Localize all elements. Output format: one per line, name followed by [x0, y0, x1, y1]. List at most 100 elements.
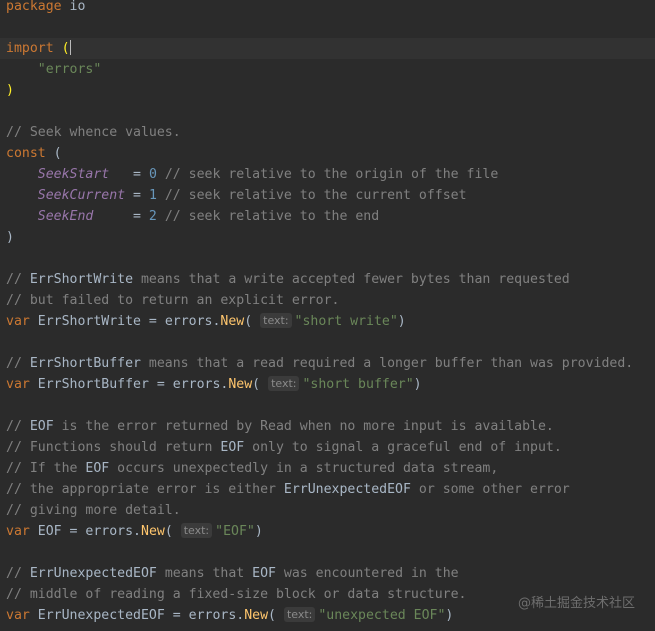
code-token: ErrUnexpectedEOF	[29, 566, 157, 581]
code-token: package	[6, 0, 62, 14]
code-token: 1	[148, 188, 157, 203]
code-line[interactable]: // but failed to return an explicit erro…	[0, 290, 655, 311]
code-token: EOF	[220, 440, 245, 455]
code-token: EOF =	[29, 524, 86, 539]
code-line[interactable]: )	[0, 227, 655, 248]
code-token: var	[6, 314, 30, 329]
code-line[interactable]: // Seek whence values.	[0, 122, 655, 143]
code-token: ErrUnexpectedEOF	[283, 482, 411, 497]
code-token: )	[6, 83, 14, 98]
code-token: is the error returned by Read when no mo…	[53, 419, 554, 434]
code-line[interactable]: "errors"	[0, 59, 655, 80]
code-token: (	[45, 146, 62, 161]
code-line[interactable]: SeekStart = 0 // seek relative to the or…	[0, 164, 655, 185]
code-token: import	[6, 41, 54, 56]
code-token: (	[244, 314, 261, 329]
code-line[interactable]: SeekCurrent = 1 // seek relative to the …	[0, 185, 655, 206]
code-line[interactable]: // If the EOF occurs unexpectedly in a s…	[0, 458, 655, 479]
code-token: (	[268, 608, 284, 623]
code-token: New	[220, 314, 245, 329]
code-token: SeekEnd	[37, 209, 94, 224]
parameter-hint: text:	[268, 376, 300, 391]
code-line[interactable]: package io	[0, 0, 655, 17]
code-line[interactable]: // giving more detail.	[0, 500, 655, 521]
code-token: "unexpected EOF"	[318, 608, 446, 623]
code-line[interactable]: // Functions should return EOF only to s…	[0, 437, 655, 458]
code-token: New	[244, 608, 269, 623]
code-token: // If the	[6, 461, 86, 476]
code-token: SeekCurrent	[37, 188, 126, 203]
code-token: (	[61, 41, 70, 56]
code-token: ErrUnexpectedEOF =	[29, 608, 189, 623]
code-token: ErrShortWrite =	[29, 314, 165, 329]
code-token: 0	[148, 167, 157, 182]
code-token: New	[141, 524, 165, 539]
code-line[interactable]: // ErrUnexpectedEOF means that EOF was e…	[0, 563, 655, 584]
code-line[interactable]: SeekEnd = 2 // seek relative to the end	[0, 206, 655, 227]
code-token: New	[228, 377, 253, 392]
code-token: var	[6, 377, 30, 392]
code-token: // middle of reading a fixed-size block …	[6, 587, 467, 602]
code-token: // Seek whence values.	[6, 125, 181, 140]
code-line[interactable]	[0, 395, 655, 416]
code-token: )	[413, 377, 422, 392]
code-line[interactable]	[0, 101, 655, 122]
code-token: "EOF"	[215, 524, 255, 539]
code-token: ErrShortBuffer =	[29, 377, 173, 392]
code-token: // giving more detail.	[6, 503, 181, 518]
code-line[interactable]	[0, 17, 655, 38]
code-token: =	[93, 209, 149, 224]
code-line[interactable]: var EOF = errors.New( text: "EOF")	[0, 521, 655, 542]
code-token: errors	[85, 524, 134, 539]
code-token: )	[254, 524, 263, 539]
code-token: only to signal a graceful end of input.	[244, 440, 562, 455]
code-token: errors	[172, 377, 221, 392]
code-token: (	[252, 377, 269, 392]
code-token: io	[61, 0, 86, 14]
code-token: )	[6, 230, 14, 245]
code-token: means that a read required a longer buff…	[140, 356, 634, 371]
code-token: EOF	[29, 419, 54, 434]
code-line[interactable]: // ErrShortBuffer means that a read requ…	[0, 353, 655, 374]
code-token: // Functions should return	[6, 440, 221, 455]
code-token: //	[6, 419, 30, 434]
code-token: )	[445, 608, 454, 623]
code-line[interactable]: // ErrShortWrite means that a write acce…	[0, 269, 655, 290]
code-editor[interactable]: package io import ( "errors") // Seek when…	[0, 0, 655, 631]
code-token: errors	[188, 608, 237, 623]
code-token: or some other error	[410, 482, 570, 497]
code-line[interactable]: import (	[0, 38, 655, 59]
code-line[interactable]	[0, 248, 655, 269]
code-token: SeekStart	[37, 167, 110, 182]
code-token: // seek relative to the current offset	[156, 188, 467, 203]
code-line[interactable]: )	[0, 80, 655, 101]
code-token: (	[164, 524, 181, 539]
code-line[interactable]: var ErrShortBuffer = errors.New( text: "s…	[0, 374, 655, 395]
code-token: ErrShortBuffer	[29, 356, 141, 371]
code-line[interactable]	[0, 332, 655, 353]
code-token: .	[133, 524, 141, 539]
code-token: const	[6, 146, 46, 161]
code-token: // the appropriate error is either	[6, 482, 284, 497]
code-token: // but failed to return an explicit erro…	[6, 293, 340, 308]
code-token: // seek relative to the end	[156, 209, 380, 224]
code-line[interactable]	[0, 542, 655, 563]
code-token: 2	[148, 209, 157, 224]
code-token: errors	[164, 314, 213, 329]
code-token: var	[6, 608, 30, 623]
code-token: "short write"	[294, 314, 398, 329]
parameter-hint: text:	[260, 313, 292, 328]
code-line[interactable]: const (	[0, 143, 655, 164]
code-token: // seek relative to the origin of the fi…	[156, 167, 499, 182]
text-caret	[69, 40, 71, 55]
code-line[interactable]: // EOF is the error returned by Read whe…	[0, 416, 655, 437]
code-token: EOF	[85, 461, 110, 476]
code-token: means that a write accepted fewer bytes …	[133, 272, 570, 287]
code-line[interactable]: var ErrShortWrite = errors.New( text: "sh…	[0, 311, 655, 332]
code-line[interactable]: // the appropriate error is either ErrUn…	[0, 479, 655, 500]
watermark: @稀土掘金技术社区	[517, 596, 635, 611]
